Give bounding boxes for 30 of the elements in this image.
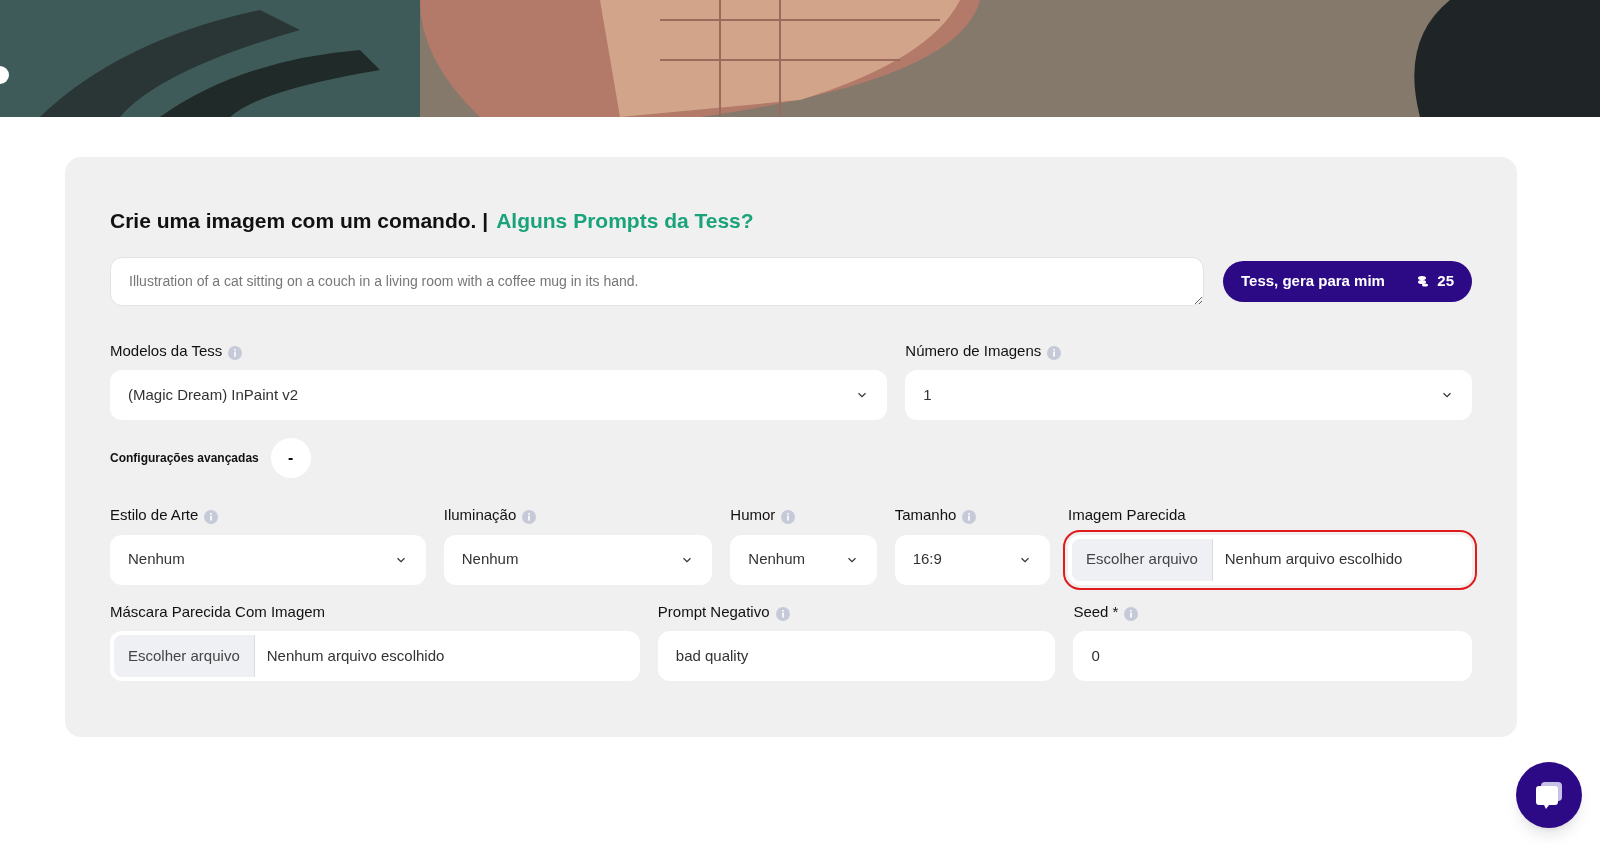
field-label: Prompt Negativo [657,601,770,622]
select-field[interactable]: 16:9 [894,534,1051,585]
advanced-settings-label: Configurações avançadas [110,450,259,467]
text-field[interactable]: 0 [1073,631,1472,681]
select-field[interactable]: Nenhum [110,534,426,585]
field-label: Máscara Parecida Com Imagem [110,601,326,622]
coins-icon [1417,275,1430,287]
select-field[interactable]: Nenhum [443,534,713,585]
field-label: Modelos da Tess [110,340,223,361]
form-title: Crie uma imagem com um comando. | [110,208,489,234]
file-field[interactable]: Escolher arquivo Nenhum arquivo escolhido [110,631,640,681]
select-field[interactable]: Nenhum [730,534,877,585]
chat-button[interactable] [1516,762,1582,828]
field-label: Imagem Parecida [1068,505,1186,525]
text-field[interactable]: bad quality [657,631,1056,681]
select-field[interactable]: (Magic Dream) InPaint v2 [110,370,888,420]
collapse-button[interactable]: - [270,438,311,478]
field-label: Seed * [1073,601,1119,622]
field-label: Iluminação [443,505,517,525]
file-status: Nenhum arquivo escolhido [1223,549,1404,570]
field-label: Tamanho [894,505,957,525]
prompt-field[interactable]: Illustration of a cat sitting on a couch in a living room with a coffee mug in its hand. [110,256,1204,306]
choose-file-button[interactable]: Escolher arquivo [114,635,255,677]
generate-button[interactable]: Tess, gera para mim 25 [1223,260,1472,302]
choose-file-button[interactable]: Escolher arquivo [1072,538,1213,581]
field-label: Número de Imagens [905,340,1042,361]
select-field[interactable]: 1 [905,370,1472,420]
field-label: Humor [730,505,776,525]
field-label: Estilo de Arte [110,505,199,525]
file-status: Nenhum arquivo escolhido [265,645,446,666]
